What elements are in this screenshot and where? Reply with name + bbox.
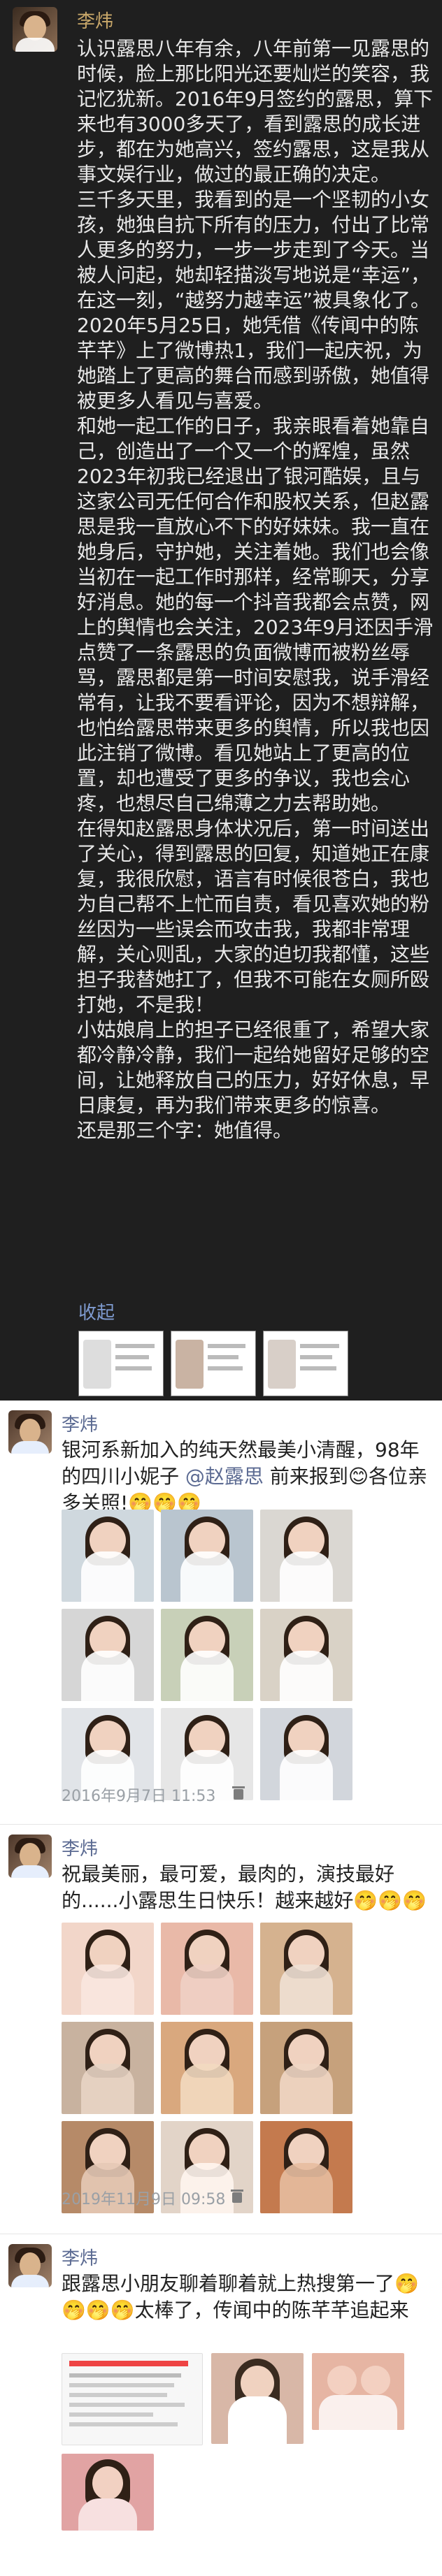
photo[interactable] bbox=[260, 2022, 352, 2114]
avatar[interactable] bbox=[8, 2244, 52, 2287]
post-text: 祝最美丽，最可爱，最肉的，演技最好的......小露思生日快乐！越来越好🤭🤭🤭 bbox=[62, 1862, 427, 1912]
thumbnail[interactable] bbox=[171, 1331, 256, 1396]
author-name[interactable]: 李炜 bbox=[62, 2244, 98, 2270]
trash-icon[interactable] bbox=[231, 2189, 243, 2203]
photo[interactable] bbox=[62, 2454, 154, 2531]
photo-grid bbox=[62, 1510, 352, 1800]
photo[interactable] bbox=[260, 1510, 352, 1602]
thumbnail-row bbox=[78, 1331, 348, 1396]
post-2019: 李炜 祝最美丽，最可爱，最肉的，演技最好的......小露思生日快乐！越来越好🤭… bbox=[0, 1825, 442, 2234]
avatar[interactable] bbox=[13, 7, 57, 52]
post-2016: 李炜 银河系新加入的纯天然最美小清醒，98年的四川小妮子 @赵露思 前来报到😊各… bbox=[0, 1401, 442, 1824]
photo[interactable] bbox=[62, 1609, 154, 1701]
photo[interactable] bbox=[211, 2353, 304, 2444]
post-text: 认识露思八年有余，八年前第一见露思的时候，脸上那比阳光还要灿烂的笑容，我记忆犹新… bbox=[77, 36, 434, 1143]
photo[interactable] bbox=[312, 2353, 404, 2430]
photo[interactable] bbox=[161, 1923, 253, 2015]
avatar[interactable] bbox=[8, 1410, 52, 1454]
post-text: 银河系新加入的纯天然最美小清醒，98年的四川小妮子 @赵露思 前来报到😊各位亲多… bbox=[62, 1437, 429, 1517]
author-name[interactable]: 李炜 bbox=[77, 7, 113, 33]
photo[interactable] bbox=[62, 1923, 154, 2015]
photo[interactable] bbox=[161, 1510, 253, 1602]
photo[interactable] bbox=[62, 2022, 154, 2114]
author-name[interactable]: 李炜 bbox=[62, 1410, 98, 1436]
paragraph: 在得知赵露思身体状况后，第一时间送出了关心，得到露思的回复，知道她正在康复，我很… bbox=[77, 817, 430, 1016]
paragraph: 认识露思八年有余，八年前第一见露思的时候，脸上那比阳光还要灿烂的笑容，我记忆犹新… bbox=[77, 37, 434, 186]
author-name[interactable]: 李炜 bbox=[62, 1835, 98, 1860]
paragraph: 还是那三个字：她值得。 bbox=[77, 1119, 293, 1142]
avatar[interactable] bbox=[8, 1835, 52, 1878]
screenshot-thumbnail[interactable] bbox=[62, 2353, 203, 2445]
trash-icon[interactable] bbox=[232, 1786, 245, 1800]
photo[interactable] bbox=[161, 2022, 253, 2114]
post-long-statement: 李炜 认识露思八年有余，八年前第一见露思的时候，脸上那比阳光还要灿烂的笑容，我记… bbox=[0, 0, 442, 1401]
paragraph: 三千多天里，我看到的是一个坚韧的小女孩，她独自抗下所有的压力，付出了比常人更多的… bbox=[77, 188, 431, 312]
photo[interactable] bbox=[62, 1510, 154, 1602]
thumbnail[interactable] bbox=[78, 1331, 164, 1396]
mention-link[interactable]: @赵露思 bbox=[185, 1465, 264, 1488]
image-row bbox=[62, 2353, 425, 2531]
paragraph: 2020年5月25日，她凭借《传闻中的陈芊芊》上了微博热1，我们一起庆祝，为她踏… bbox=[77, 314, 430, 412]
photo[interactable] bbox=[260, 1708, 352, 1800]
photo[interactable] bbox=[260, 1609, 352, 1701]
paragraph: 小姑娘肩上的担子已经很重了，希望大家都冷静冷静，我们一起给她留好足够的空间，让她… bbox=[77, 1018, 430, 1117]
photo-grid bbox=[62, 1923, 352, 2213]
photo[interactable] bbox=[161, 1609, 253, 1701]
photo[interactable] bbox=[260, 1923, 352, 2015]
post-timestamp: 2019年11月9日 09:58 bbox=[62, 2191, 226, 2208]
thumbnail[interactable] bbox=[263, 1331, 348, 1396]
post-hot-search: 李炜 跟露思小朋友聊着聊着就上热搜第一了🤭🤭🤭🤭太棒了，传闻中的陈芊芊追起来 bbox=[0, 2234, 442, 2576]
collapse-link[interactable]: 收起 bbox=[78, 1298, 115, 1324]
photo[interactable] bbox=[260, 2121, 352, 2213]
post-timestamp: 2016年9月7日 11:53 bbox=[62, 1788, 216, 1805]
post-text: 跟露思小朋友聊着聊着就上热搜第一了🤭🤭🤭🤭太棒了，传闻中的陈芊芊追起来 bbox=[62, 2272, 419, 2322]
paragraph: 和她一起工作的日子，我亲眼看着她靠自己，创造出了一个又一个的辉煌，虽然2023年… bbox=[77, 414, 434, 815]
